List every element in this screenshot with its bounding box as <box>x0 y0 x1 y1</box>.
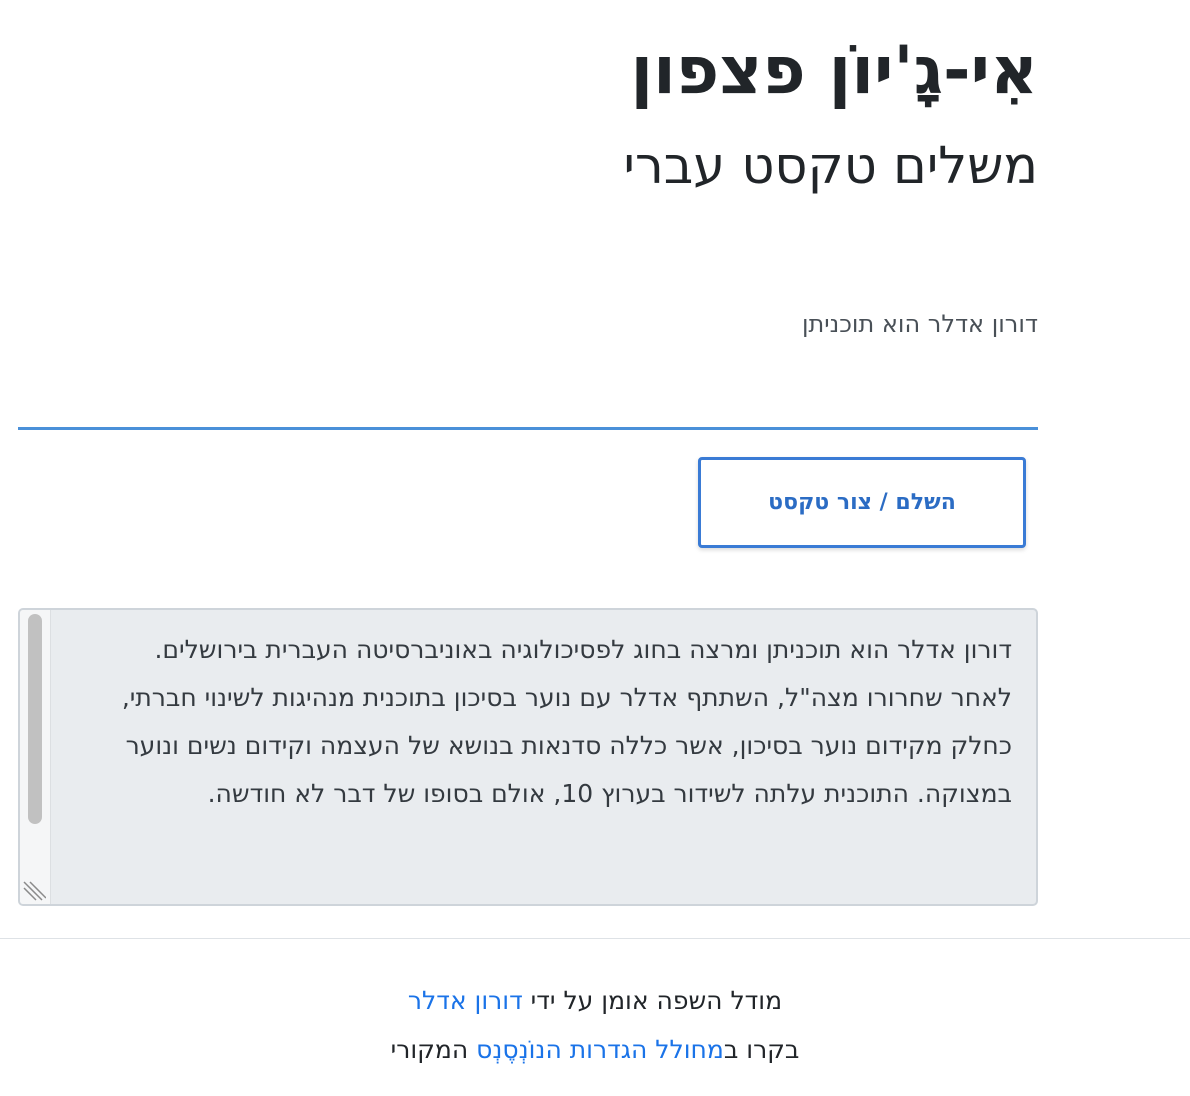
footer: מודל השפה אומן על ידי דורון אדלר בקרו במ… <box>0 976 1190 1074</box>
generated-text: דורון אדלר הוא תוכניתן ומרצה בחוג לפסיכו… <box>121 635 1012 808</box>
output-textarea[interactable]: דורון אדלר הוא תוכניתן ומרצה בחוג לפסיכו… <box>18 608 1038 906</box>
output-scrollbar[interactable] <box>20 610 51 904</box>
footer-credit-text: מודל השפה אומן על ידי <box>530 986 783 1015</box>
page: אִי-גָ'יוֹן פצפון משלים טקסט עברי דורון … <box>0 0 1190 1096</box>
author-link[interactable]: דורון אדלר <box>408 986 523 1015</box>
footer-line-1: מודל השפה אומן על ידי דורון אדלר <box>0 976 1190 1025</box>
footer-visit-text: בקרו ב <box>723 1035 800 1064</box>
nonsense-generator-link[interactable]: מחולל הגדרות הנוֹנְסֶנְס <box>476 1035 724 1064</box>
page-title: אִי-גָ'יוֹן פצפון <box>630 32 1038 109</box>
footer-original-text: המקורי <box>390 1035 469 1064</box>
scrollbar-thumb[interactable] <box>28 614 42 824</box>
page-subtitle: משלים טקסט עברי <box>623 137 1038 196</box>
complete-text-button[interactable]: השלם / צור טקסט <box>698 457 1026 548</box>
prompt-input[interactable]: דורון אדלר הוא תוכניתן <box>18 294 1038 430</box>
footer-divider <box>0 938 1190 939</box>
footer-line-2: בקרו במחולל הגדרות הנוֹנְסֶנְס המקורי <box>0 1025 1190 1074</box>
resize-handle-icon[interactable] <box>22 878 46 902</box>
